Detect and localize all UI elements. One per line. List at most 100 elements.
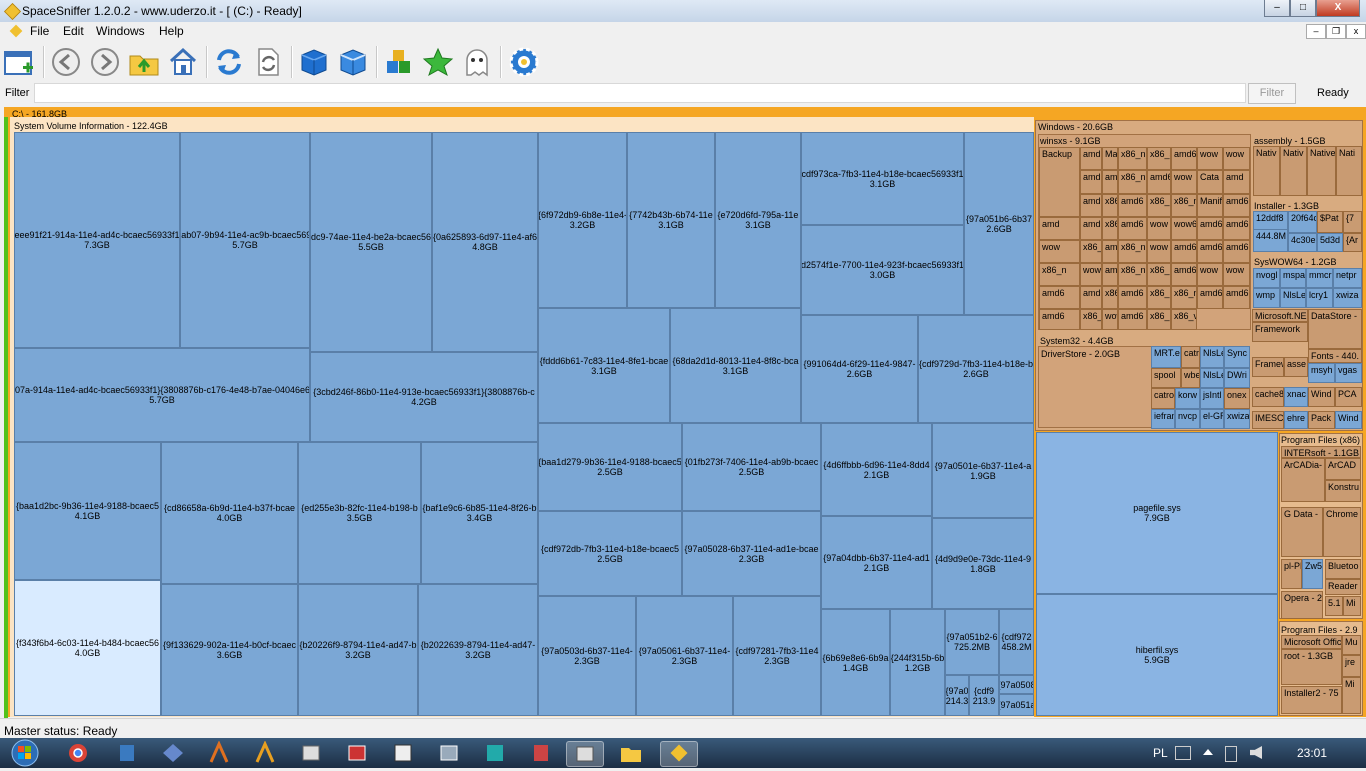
winsxs-item-54[interactable]: amd6 (1039, 309, 1080, 330)
maximize-button[interactable]: □ (1290, 0, 1316, 17)
syswow64-item-7[interactable]: xwiza (1333, 288, 1362, 308)
progfiles86-item-8[interactable]: Bluetoo (1325, 559, 1361, 579)
svi-tile-29[interactable]: {9f133629-902a-11e4-b0cf-bcaec 3.6GB (161, 584, 298, 716)
winsxs-item-10[interactable]: x86_n (1118, 170, 1147, 194)
svi-tile-26[interactable]: {97a04dbb-6b37-11e4-ad1 2.1GB (821, 516, 932, 609)
system32-item-2[interactable]: NlsLe (1200, 346, 1224, 368)
menu-windows[interactable]: Windows (96, 24, 145, 38)
system32-item-12[interactable]: iefran (1151, 409, 1175, 429)
winsxs-item-32[interactable]: amd6 (1102, 240, 1118, 263)
close-button[interactable]: X (1316, 0, 1360, 17)
menu-help[interactable]: Help (159, 24, 184, 38)
app-task-icon-5[interactable] (385, 741, 421, 765)
svi-tile-33[interactable]: {97a05061-6b37-11e4- 2.3GB (636, 596, 733, 716)
svi-tile-28[interactable]: {f343f6b4-6c03-11e4-b484-bcaec56 4.0GB (14, 580, 161, 716)
system32-item-10[interactable]: jsIntl (1200, 388, 1224, 409)
progfiles86-item-9[interactable]: Reader (1325, 579, 1361, 595)
winsxs-item-44[interactable]: wow (1197, 263, 1223, 286)
winsxs-item-5[interactable]: amd6 (1171, 147, 1197, 170)
ghost-icon[interactable] (461, 46, 493, 78)
clock[interactable]: 23:01 (1297, 746, 1327, 760)
system32-item-13[interactable]: nvcp (1175, 409, 1200, 429)
hiberfil-tile[interactable]: hiberfil.sys 5.9GB (1036, 594, 1278, 716)
misc-item-14[interactable]: Pack (1308, 411, 1335, 429)
svi-tile-16[interactable]: {baa1d2bc-9b36-11e4-9188-bcaec5 4.1GB (14, 442, 161, 580)
winsxs-item-3[interactable]: x86_n (1118, 147, 1147, 170)
winsxs-item-57[interactable]: amd6 (1118, 309, 1147, 330)
assembly-item-3[interactable]: Nati (1336, 146, 1362, 196)
misc-item-10[interactable]: msyh (1308, 363, 1335, 383)
misc-item-3[interactable]: asse (1284, 357, 1308, 377)
misc-item-4[interactable]: cache8 (1252, 387, 1284, 407)
syswow64-item-2[interactable]: mmcr (1306, 268, 1333, 288)
svi-tile-34[interactable]: {cdf97281-7fb3-11e4 2.3GB (733, 596, 821, 716)
winsxs-item-47[interactable]: amd6 (1080, 286, 1102, 309)
keyboard-icon[interactable] (1175, 746, 1191, 760)
system32-item-1[interactable]: catr (1181, 346, 1200, 368)
app-task-icon-8[interactable] (523, 741, 559, 765)
progfiles-item-0[interactable]: Microsoft Offic (1281, 635, 1342, 649)
app-task-icon-9[interactable] (566, 741, 604, 767)
misc-item-11[interactable]: vgas (1335, 363, 1362, 383)
winsxs-item-20[interactable]: Manife (1197, 194, 1223, 217)
misc-item-12[interactable]: Wind (1308, 387, 1335, 407)
winsxs-item-11[interactable]: amd6 (1147, 170, 1171, 194)
winsxs-item-29[interactable]: amd6 (1223, 217, 1250, 240)
installer-item-3[interactable]: $Pat (1317, 211, 1343, 233)
assembly-item-2[interactable]: Native (1307, 146, 1336, 196)
syswow64-item-5[interactable]: NlsLe (1280, 288, 1306, 308)
svi-tile-15[interactable]: {cdf9729d-7fb3-11e4-b18e-b 2.6GB (918, 315, 1034, 423)
winsxs-item-26[interactable]: wow (1147, 217, 1171, 240)
syswow64-item-4[interactable]: wmp (1253, 288, 1280, 308)
progfiles86-item-2[interactable]: ArCAD (1325, 458, 1361, 480)
winsxs-item-8[interactable]: amd (1080, 170, 1102, 194)
winsxs-item-50[interactable]: x86_n (1147, 286, 1171, 309)
filter-input[interactable] (34, 83, 1246, 103)
cube-icon[interactable] (298, 46, 330, 78)
menu-edit[interactable]: Edit (63, 24, 84, 38)
progfiles-item-3[interactable]: jre (1342, 655, 1361, 677)
app-task-icon-6[interactable] (431, 741, 467, 765)
svi-tile-22[interactable]: {4d6ffbbb-6d96-11e4-8dd4 2.1GB (821, 423, 932, 516)
winsxs-item-16[interactable]: x86_n (1102, 194, 1118, 217)
misc-item-8[interactable]: DataStore - (1308, 309, 1362, 349)
tray-expand-icon[interactable] (1203, 749, 1213, 755)
winsxs-item-52[interactable]: amd6 (1197, 286, 1223, 309)
svi-tile-14[interactable]: {991064d4-6f29-11e4-9847- 2.6GB (801, 315, 918, 423)
system32-item-8[interactable]: catroo (1151, 388, 1175, 409)
winsxs-item-43[interactable]: amd6 (1171, 263, 1197, 286)
cube-light-icon[interactable] (337, 46, 369, 78)
svi-tile-0[interactable]: {eee91f21-914a-11e4-ad4c-bcaec56933f1} 7.… (14, 132, 180, 348)
winsxs-item-18[interactable]: x86_n (1147, 194, 1171, 217)
winsxs-item-9[interactable]: amd6 (1102, 170, 1118, 194)
winsxs-item-17[interactable]: amd6 (1118, 194, 1147, 217)
winsxs-item-37[interactable]: amd6 (1223, 240, 1250, 263)
svi-tile-24[interactable]: {cdf972db-7fb3-11e4-b18e-bcaec5 2.5GB (538, 511, 682, 596)
system32-item-4[interactable]: spool (1151, 368, 1181, 388)
assembly-item-0[interactable]: Nativ (1253, 146, 1280, 196)
system32-item-5[interactable]: wbe (1181, 368, 1200, 388)
svi-tile-7[interactable]: {cdf973ca-7fb3-11e4-b18e-bcaec56933f1} 3.… (801, 132, 964, 225)
winsxs-item-21[interactable]: amd6 (1223, 194, 1250, 217)
forward-icon[interactable] (89, 46, 121, 78)
network-icon[interactable] (1225, 746, 1237, 762)
start-button[interactable] (4, 738, 46, 768)
progfiles86-item-11[interactable]: 5.1 (1325, 596, 1343, 616)
minimize-button[interactable]: – (1264, 0, 1290, 17)
winsxs-item-39[interactable]: wow6 (1080, 263, 1102, 286)
system32-item-7[interactable]: DWri (1224, 368, 1250, 388)
svi-tile-11[interactable]: {3cbd246f-86b0-11e4-913e-bcaec56933f1}{3… (310, 352, 538, 442)
progfiles86-item-3[interactable]: Konstru (1325, 480, 1361, 502)
winsxs-item-35[interactable]: amd6 (1171, 240, 1197, 263)
progfiles-item-5[interactable]: Mi (1342, 677, 1361, 714)
winsxs-item-25[interactable]: amd6 (1118, 217, 1147, 240)
svi-tile-35[interactable]: {6b69e8e6-6b9a 1.4GB (821, 609, 890, 716)
svi-tile-30[interactable]: {b20226f9-8794-11e4-ad47-b 3.2GB (298, 584, 418, 716)
svi-tile-12[interactable]: {fddd6b61-7c83-11e4-8fe1-bcae 3.1GB (538, 308, 670, 423)
progfiles86-item-1[interactable]: ArCADia- (1281, 458, 1325, 502)
settings-icon[interactable] (508, 46, 540, 78)
winsxs-item-51[interactable]: x86_n (1171, 286, 1197, 309)
winsxs-item-23[interactable]: amd6 (1080, 217, 1102, 240)
system32-item-0[interactable]: MRT.e (1151, 346, 1181, 368)
misc-item-9[interactable]: Fonts - 440. (1308, 349, 1362, 363)
